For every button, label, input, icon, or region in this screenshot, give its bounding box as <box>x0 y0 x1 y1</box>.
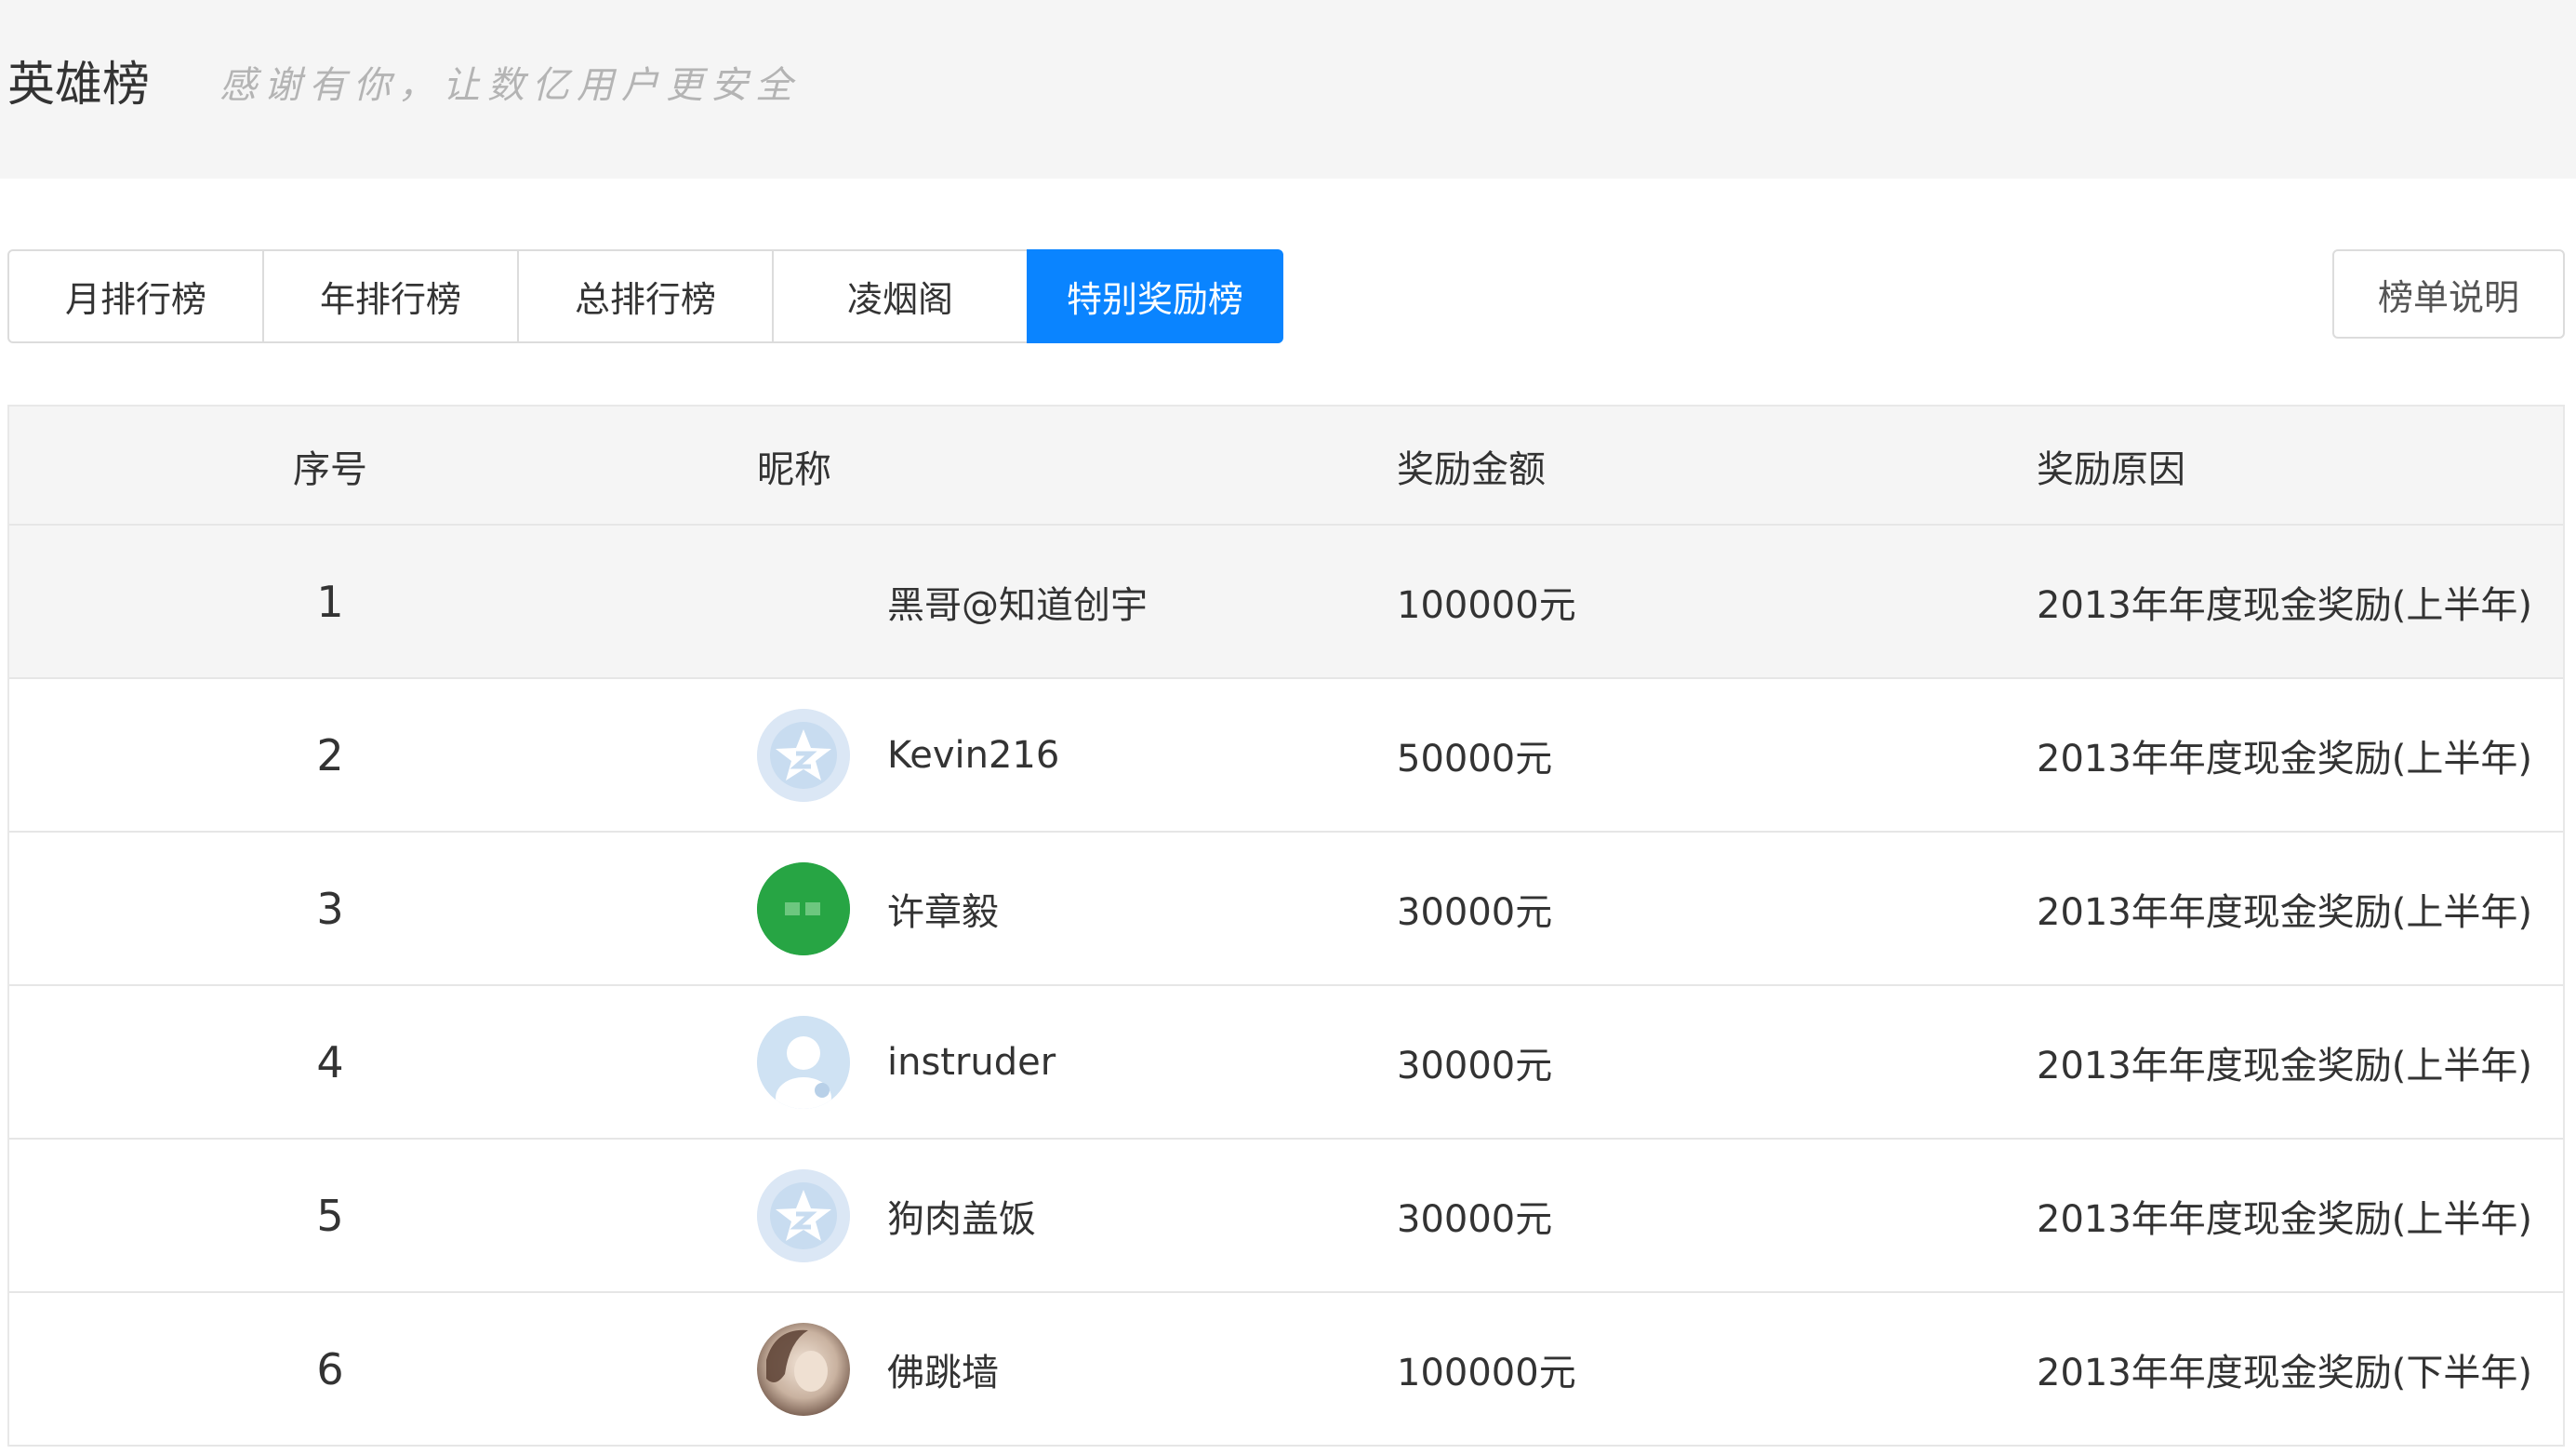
row-nickname[interactable]: 黑哥@知道创宇 <box>887 526 1148 677</box>
tab-monthly-ranking[interactable]: 月排行榜 <box>7 249 264 343</box>
header-nickname: 昵称 <box>757 448 831 491</box>
row-number: 6 <box>316 1343 344 1394</box>
row-nickname[interactable]: 佛跳墙 <box>887 1293 999 1445</box>
tab-lingyan-pavilion[interactable]: 凌烟阁 <box>772 249 1029 343</box>
table-header: 序号 昵称 奖励金额 奖励原因 <box>9 407 2563 526</box>
row-amount: 30000元 <box>1397 890 1553 934</box>
row-number: 4 <box>316 1036 344 1087</box>
row-amount: 30000元 <box>1397 1044 1553 1087</box>
row-amount: 100000元 <box>1397 1351 1576 1394</box>
page-subtitle: 感谢有你，让数亿用户更安全 <box>219 64 800 107</box>
row-reason: 2013年年度现金奖励(下半年) <box>2037 1351 2533 1394</box>
ranking-tabs: 月排行榜 年排行榜 总排行榜 凌烟阁 特别奖励榜 <box>7 249 1283 343</box>
default-star-avatar-icon[interactable] <box>757 709 850 802</box>
green-avatar-icon[interactable] <box>757 862 850 955</box>
default-user-avatar-icon[interactable] <box>757 1016 850 1109</box>
tab-special-reward[interactable]: 特别奖励榜 <box>1027 249 1283 343</box>
row-number: 2 <box>316 729 344 780</box>
row-amount: 30000元 <box>1397 1197 1553 1241</box>
row-amount: 100000元 <box>1397 583 1576 627</box>
page-title: 英雄榜 <box>7 58 151 113</box>
ranking-explanation-button[interactable]: 榜单说明 <box>2332 249 2565 339</box>
row-nickname[interactable]: 许章毅 <box>887 833 999 984</box>
table-row: 3 许章毅 30000元 2013年年度现金奖励(上半年) <box>9 833 2563 986</box>
reward-table: 序号 昵称 奖励金额 奖励原因 1 黑哥@知道创宇 100000元 2013年年… <box>7 405 2565 1447</box>
table-row: 4 instruder 30000元 2013年年度现金奖励(上半年) <box>9 986 2563 1140</box>
row-reason: 2013年年度现金奖励(上半年) <box>2037 1044 2533 1087</box>
tab-yearly-ranking[interactable]: 年排行榜 <box>262 249 519 343</box>
row-reason: 2013年年度现金奖励(上半年) <box>2037 737 2533 780</box>
tab-total-ranking[interactable]: 总排行榜 <box>517 249 774 343</box>
row-number: 3 <box>316 883 344 934</box>
table-row: 6 佛跳墙 100000元 2013年年度现金奖励(下半年) <box>9 1293 2563 1447</box>
default-star-avatar-icon[interactable] <box>757 1169 850 1262</box>
row-reason: 2013年年度现金奖励(上半年) <box>2037 583 2533 627</box>
header-amount: 奖励金额 <box>1397 448 1546 491</box>
table-row: 5 狗肉盖饭 30000元 2013年年度现金奖励(上半年) <box>9 1140 2563 1293</box>
row-nickname[interactable]: instruder <box>887 986 1056 1138</box>
page-header: 英雄榜 感谢有你，让数亿用户更安全 <box>0 0 2576 179</box>
row-number: 1 <box>316 576 344 627</box>
row-nickname[interactable]: Kevin216 <box>887 679 1059 831</box>
table-row: 2 Kevin216 50000元 2013年年度现金奖励(上半年) <box>9 679 2563 833</box>
row-number: 5 <box>316 1190 344 1241</box>
table-row: 1 黑哥@知道创宇 100000元 2013年年度现金奖励(上半年) <box>9 526 2563 679</box>
photo-avatar-icon[interactable] <box>757 1323 850 1416</box>
row-nickname[interactable]: 狗肉盖饭 <box>887 1140 1036 1291</box>
row-reason: 2013年年度现金奖励(上半年) <box>2037 1197 2533 1241</box>
header-number: 序号 <box>293 448 367 491</box>
header-reason: 奖励原因 <box>2037 448 2185 491</box>
row-amount: 50000元 <box>1397 737 1553 780</box>
row-reason: 2013年年度现金奖励(上半年) <box>2037 890 2533 934</box>
